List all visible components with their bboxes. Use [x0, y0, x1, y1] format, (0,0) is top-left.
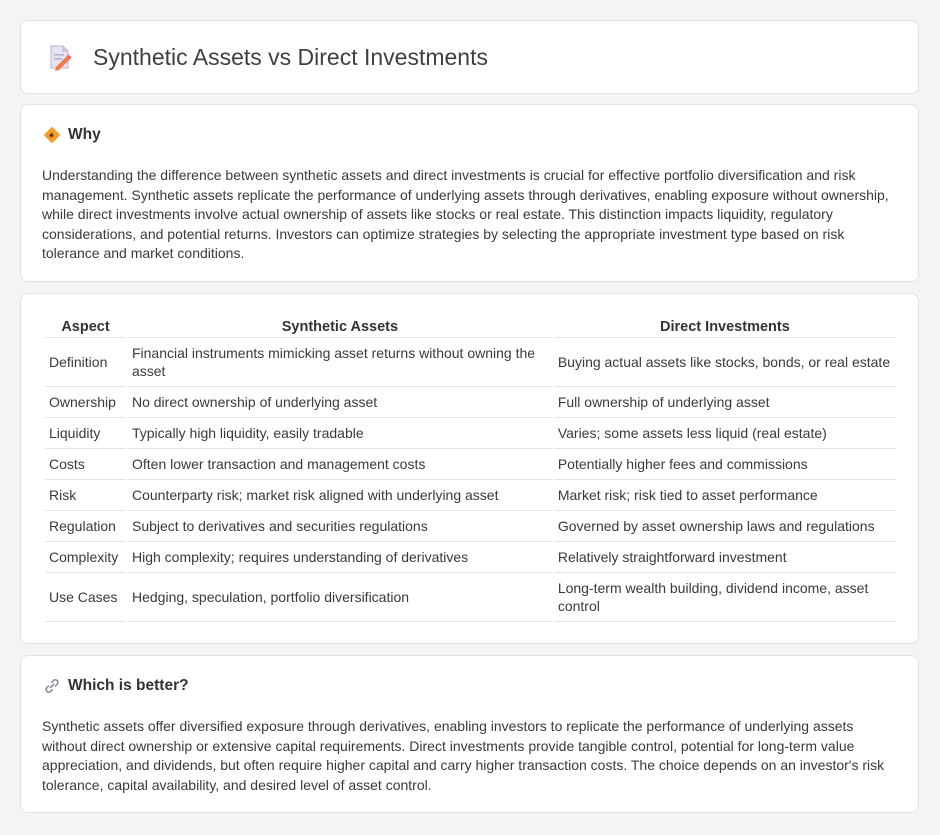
table-row: Use Cases Hedging, speculation, portfoli…	[45, 573, 896, 622]
row-synthetic: No direct ownership of underlying asset	[127, 387, 552, 418]
comparison-section: Aspect Synthetic Assets Direct Investmen…	[20, 293, 919, 644]
row-synthetic: Typically high liquidity, easily tradabl…	[127, 418, 552, 449]
table-row: Risk Counterparty risk; market risk alig…	[45, 480, 896, 511]
better-text: Synthetic assets offer diversified expos…	[42, 718, 885, 793]
table-row: Liquidity Typically high liquidity, easi…	[45, 418, 896, 449]
row-direct: Long-term wealth building, dividend inco…	[553, 573, 896, 622]
comparison-table: Aspect Synthetic Assets Direct Investmen…	[43, 316, 898, 622]
better-title: Which is better?	[68, 677, 189, 694]
row-aspect: Costs	[45, 449, 126, 480]
row-aspect: Ownership	[45, 387, 126, 418]
document-pencil-icon	[50, 45, 72, 71]
table-row: Ownership No direct ownership of underly…	[45, 387, 896, 418]
row-aspect: Regulation	[45, 511, 126, 542]
row-aspect: Risk	[45, 480, 126, 511]
row-aspect: Liquidity	[45, 418, 126, 449]
why-heading: Why	[43, 126, 101, 144]
row-direct: Buying actual assets like stocks, bonds,…	[553, 338, 896, 387]
row-synthetic: Hedging, speculation, portfolio diversif…	[127, 573, 552, 622]
table-row: Complexity High complexity; requires und…	[45, 542, 896, 573]
header-aspect: Aspect	[45, 316, 126, 338]
header-card: Synthetic Assets vs Direct Investments	[20, 20, 919, 94]
row-direct: Full ownership of underlying asset	[553, 387, 896, 418]
row-synthetic: Subject to derivatives and securities re…	[127, 511, 552, 542]
row-direct: Relatively straightforward investment	[553, 542, 896, 573]
row-synthetic: High complexity; requires understanding …	[127, 542, 552, 573]
why-text: Understanding the difference between syn…	[42, 167, 889, 262]
row-direct: Market risk; risk tied to asset performa…	[553, 480, 896, 511]
row-aspect: Complexity	[45, 542, 126, 573]
header-synthetic-assets: Synthetic Assets	[127, 316, 552, 338]
better-heading: Which is better?	[43, 677, 189, 695]
row-aspect: Definition	[45, 338, 126, 387]
table-row: Costs Often lower transaction and manage…	[45, 449, 896, 480]
row-direct: Varies; some assets less liquid (real es…	[553, 418, 896, 449]
row-synthetic: Financial instruments mimicking asset re…	[127, 338, 552, 387]
row-aspect: Use Cases	[45, 573, 126, 622]
row-synthetic: Counterparty risk; market risk aligned w…	[127, 480, 552, 511]
row-synthetic: Often lower transaction and management c…	[127, 449, 552, 480]
why-section: Why Understanding the difference between…	[20, 104, 919, 282]
table-row: Regulation Subject to derivatives and se…	[45, 511, 896, 542]
header-direct-investments: Direct Investments	[553, 316, 896, 338]
table-row: Definition Financial instruments mimicki…	[45, 338, 896, 387]
diamond-sign-icon	[44, 127, 60, 143]
title-row: Synthetic Assets vs Direct Investments	[47, 43, 488, 71]
table-header-row: Aspect Synthetic Assets Direct Investmen…	[45, 316, 896, 338]
which-is-better-section: Which is better? Synthetic assets offer …	[20, 655, 919, 813]
link-icon	[45, 679, 59, 693]
row-direct: Governed by asset ownership laws and reg…	[553, 511, 896, 542]
row-direct: Potentially higher fees and commissions	[553, 449, 896, 480]
page-title: Synthetic Assets vs Direct Investments	[93, 43, 488, 70]
why-title: Why	[68, 126, 101, 143]
